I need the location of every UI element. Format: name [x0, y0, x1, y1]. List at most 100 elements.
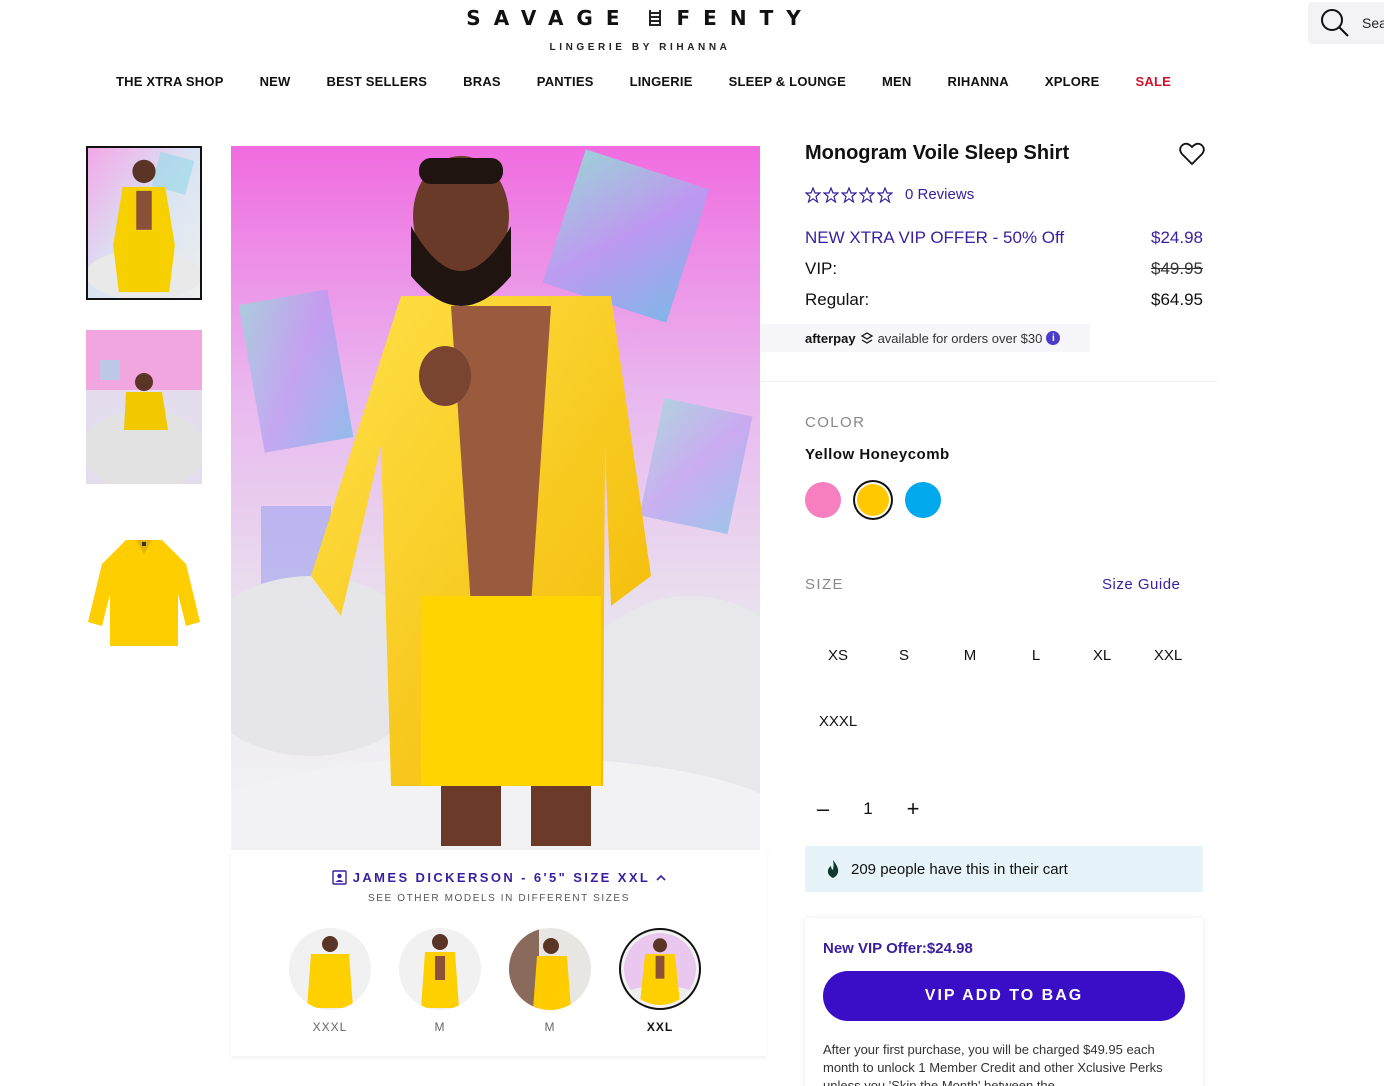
nav-item-xtra-shop[interactable]: THE XTRA SHOP — [116, 74, 224, 89]
size-option-m[interactable]: M — [937, 622, 1003, 688]
star-icon — [877, 186, 893, 203]
model-name-toggle[interactable]: JAMES DICKERSON - 6'5" SIZE XXL — [231, 870, 767, 885]
nav-item-bras[interactable]: BRAS — [463, 74, 501, 89]
product-photo — [231, 146, 760, 850]
vip-offer-row: NEW XTRA VIP OFFER - 50% Off $24.98 — [805, 228, 1203, 248]
vip-offer-label: NEW XTRA VIP OFFER - 50% Off — [805, 228, 1065, 247]
nav-item-panties[interactable]: PANTIES — [537, 74, 594, 89]
size-option-xs[interactable]: XS — [805, 622, 871, 688]
model-name: JAMES DICKERSON - 6'5" SIZE XXL — [352, 870, 651, 885]
color-label: COLOR — [805, 414, 866, 431]
regular-price: $64.95 — [1151, 290, 1203, 309]
nav-item-xplore[interactable]: XPLORE — [1045, 74, 1100, 89]
nav-item-best-sellers[interactable]: BEST SELLERS — [327, 74, 428, 89]
model-size-label: XXL — [646, 1020, 674, 1034]
star-icon — [841, 186, 857, 203]
chevron-up-icon — [656, 874, 666, 881]
model-profile-icon — [332, 870, 347, 885]
nav-item-sleep-lounge[interactable]: SLEEP & LOUNGE — [729, 74, 846, 89]
afterpay-banner: afterpay available for orders over $30 i — [760, 324, 1090, 352]
main-product-image[interactable] — [231, 146, 760, 850]
divider — [760, 381, 1217, 382]
size-label: SIZE — [805, 576, 844, 593]
model-option[interactable]: XXXL — [289, 928, 371, 1034]
regular-price-row: Regular: $64.95 — [805, 290, 1203, 310]
cart-notice-text: 209 people have this in their cart — [851, 860, 1068, 878]
vip-purchase-box: New VIP Offer:$24.98 VIP ADD TO BAG Afte… — [805, 918, 1203, 1086]
quantity-value[interactable]: 1 — [841, 799, 895, 819]
nav-item-lingerie[interactable]: LINGERIE — [630, 74, 693, 89]
model-list: XXXL M M XXL — [289, 928, 701, 1034]
vip-label: VIP: — [805, 259, 838, 278]
thumbnail-image-model-sitting — [86, 330, 202, 484]
star-icon — [859, 186, 875, 203]
model-option[interactable]: M — [399, 928, 481, 1034]
quantity-stepper: – 1 + — [805, 794, 931, 824]
model-avatar — [399, 928, 481, 1010]
size-guide-link[interactable]: Size Guide — [1102, 576, 1180, 593]
flame-icon — [827, 860, 839, 878]
main-nav: THE XTRA SHOP NEW BEST SELLERS BRAS PANT… — [0, 74, 1384, 89]
brand-tagline: LINGERIE BY RIHANNA — [549, 42, 731, 53]
product-title: Monogram Voile Sleep Shirt — [805, 142, 1070, 164]
selected-color-name: Yellow Honeycomb — [805, 446, 950, 463]
vip-offer-price: $24.98 — [1151, 228, 1203, 247]
thumbnail-gallery — [86, 146, 204, 698]
brand-word-2: FENTY — [676, 6, 814, 30]
vip-terms: After your first purchase, you will be c… — [823, 1042, 1163, 1086]
model-size-panel: JAMES DICKERSON - 6'5" SIZE XXL SEE OTHE… — [231, 850, 767, 1056]
size-option-xl[interactable]: XL — [1069, 622, 1135, 688]
thumbnail-1[interactable] — [86, 146, 202, 300]
info-icon[interactable]: i — [1046, 331, 1061, 345]
star-icon — [805, 186, 821, 203]
size-options: XS S M L XL XXL XXXL — [805, 622, 1205, 754]
vip-price: $49.95 — [1151, 259, 1203, 278]
search-label: Sea — [1362, 15, 1384, 31]
search-icon[interactable] — [1320, 8, 1350, 38]
color-swatch-pink[interactable] — [805, 482, 841, 518]
thumbnail-3[interactable] — [86, 514, 202, 668]
quantity-decrease-button[interactable]: – — [805, 794, 841, 824]
quantity-increase-button[interactable]: + — [895, 794, 931, 824]
model-avatar — [619, 928, 701, 1010]
brand-mark-icon — [647, 8, 663, 28]
vip-price-row: VIP: $49.95 — [805, 259, 1203, 279]
color-swatch-blue[interactable] — [905, 482, 941, 518]
thumbnail-image-product-flat — [86, 514, 202, 668]
brand-wordmark: SAVAGE FENTY — [460, 6, 820, 30]
brand-word-1: SAVAGE — [466, 6, 633, 30]
reviews-link[interactable]: 0 Reviews — [905, 186, 974, 203]
cart-notice: 209 people have this in their cart — [805, 846, 1203, 892]
size-option-xxxl[interactable]: XXXL — [805, 688, 871, 754]
brand-logo[interactable]: SAVAGE FENTY LINGERIE BY RIHANNA — [460, 6, 820, 53]
afterpay-arrows-icon — [860, 332, 873, 344]
nav-item-sale[interactable]: SALE — [1136, 74, 1171, 89]
model-size-label: M — [434, 1020, 446, 1034]
size-option-s[interactable]: S — [871, 622, 937, 688]
nav-item-new[interactable]: NEW — [260, 74, 291, 89]
vip-add-to-bag-button[interactable]: VIP ADD TO BAG — [823, 971, 1185, 1021]
rating[interactable]: 0 Reviews — [805, 186, 974, 203]
afterpay-text: available for orders over $30 — [877, 330, 1043, 346]
size-option-l[interactable]: L — [1003, 622, 1069, 688]
color-swatch-yellow[interactable] — [857, 484, 889, 516]
color-swatches — [805, 482, 941, 518]
thumbnail-2[interactable] — [86, 330, 202, 484]
vip-box-offer-label: New VIP Offer: — [823, 940, 927, 957]
heart-icon[interactable] — [1179, 142, 1205, 166]
model-option[interactable]: M — [509, 928, 591, 1034]
model-subtitle: SEE OTHER MODELS IN DIFFERENT SIZES — [368, 893, 630, 904]
afterpay-logo: afterpay — [805, 330, 856, 346]
model-option-selected[interactable]: XXL — [619, 928, 701, 1034]
thumbnail-image-model-standing — [88, 148, 200, 298]
model-size-label: XXXL — [312, 1020, 348, 1034]
size-option-xxl[interactable]: XXL — [1135, 622, 1201, 688]
search-box[interactable]: Sea — [1308, 2, 1384, 44]
nav-item-men[interactable]: MEN — [882, 74, 912, 89]
vip-box-offer: New VIP Offer:$24.98 — [823, 940, 1185, 957]
nav-item-rihanna[interactable]: RIHANNA — [948, 74, 1009, 89]
star-icon — [823, 186, 839, 203]
regular-label: Regular: — [805, 290, 870, 309]
model-size-label: M — [544, 1020, 556, 1034]
model-avatar — [289, 928, 371, 1010]
